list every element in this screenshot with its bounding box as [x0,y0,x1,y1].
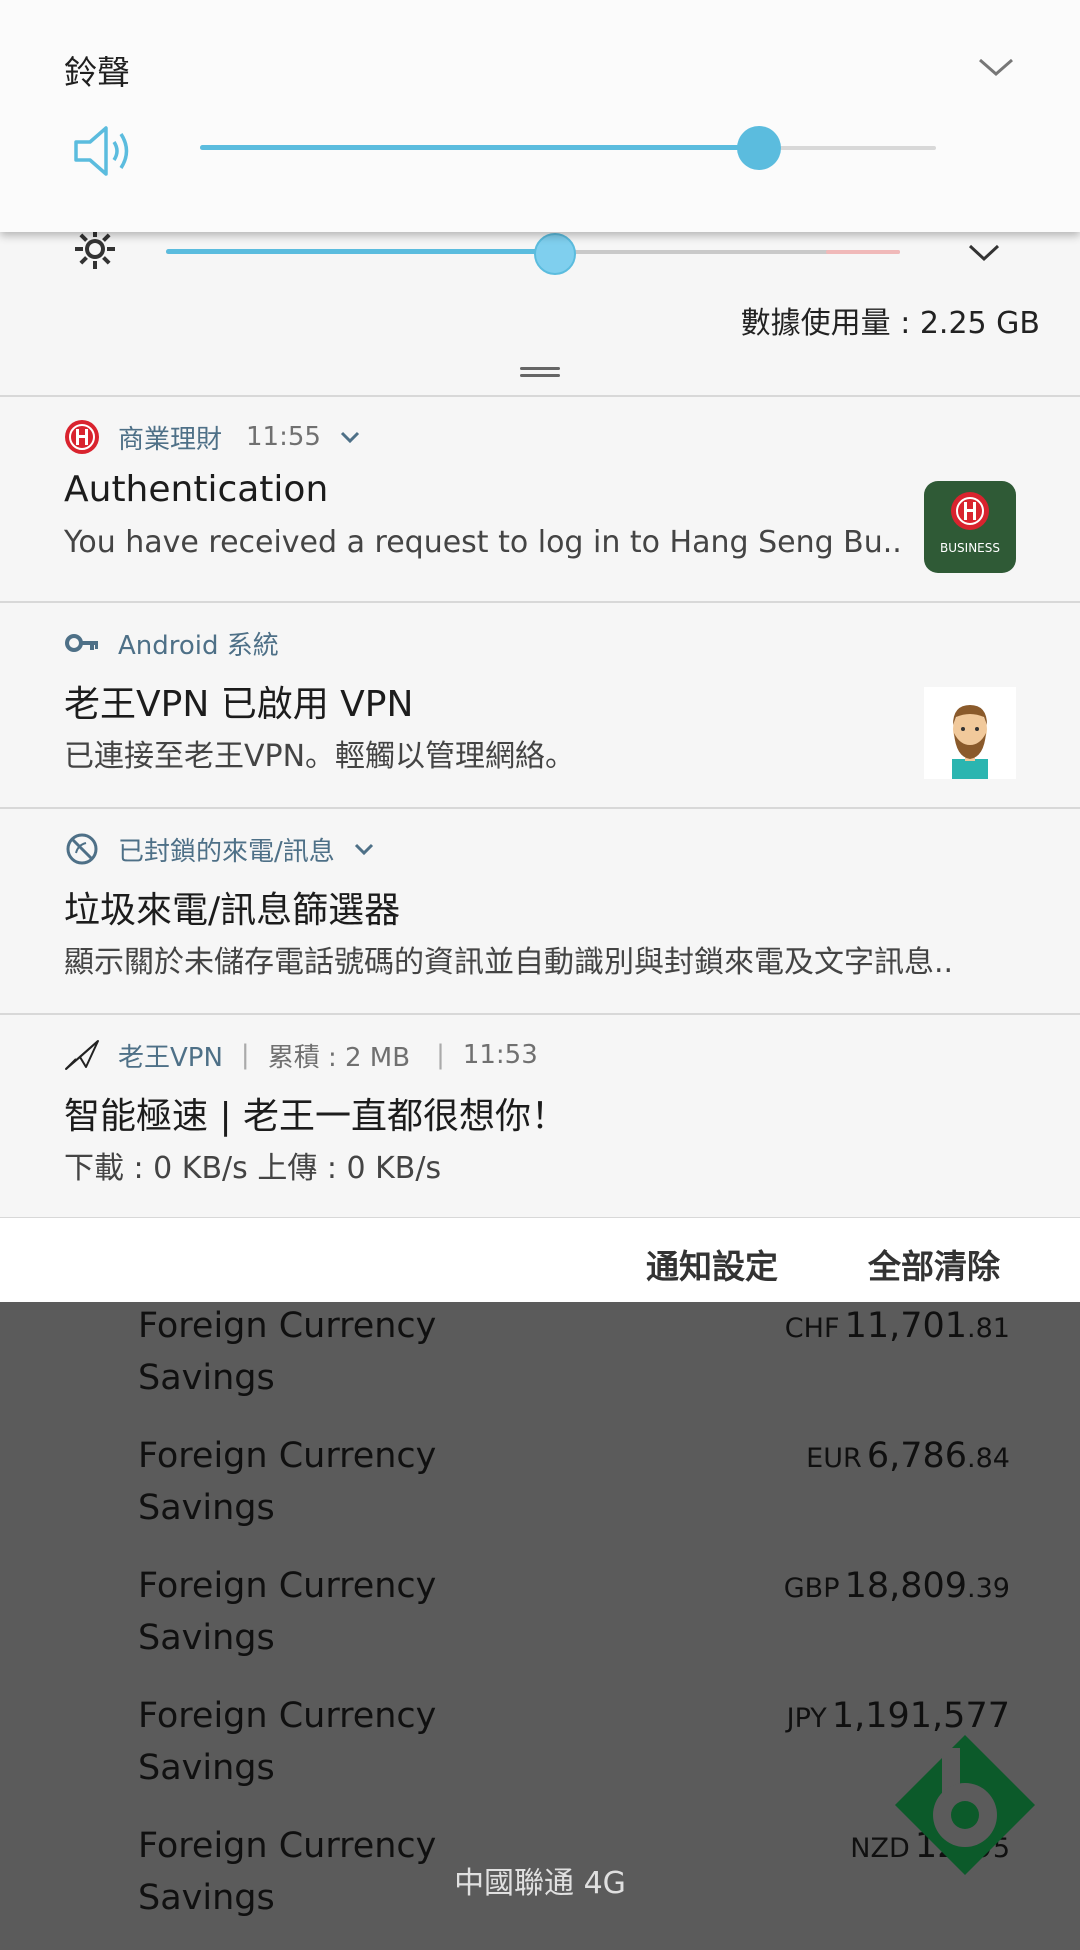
chevron-down-icon[interactable] [976,52,1016,82]
notification-app-name: Android 系統 [118,630,279,661]
volume-panel-title: 鈴聲 [64,53,130,92]
notification-shade: 鈴聲 數據使用量: 2.25 GB 商業理財 11:55 Authentica… [0,0,1080,1302]
brightness-icon [75,229,115,269]
separator: | [436,1040,445,1070]
slider-fill [200,145,760,150]
account-row[interactable]: Foreign Currency Savings GBP 18,809.39 [0,1560,1080,1690]
account-amount: EUR 6,786.84 [806,1436,1010,1476]
notification-card[interactable]: Android 系統 老王VPN 已啟用 VPN 已連接至老王VPN。輕觸以管理… [0,603,1080,807]
account-amount: CHF 11,701.81 [784,1306,1010,1346]
thumbnail-label: BUSINESS [940,541,1000,555]
slider-fill [166,249,556,254]
volume-panel: 鈴聲 [0,0,1080,232]
notification-app-name: 已封鎖的來電/訊息 [118,836,335,867]
account-label: Foreign Currency Savings [138,1306,437,1398]
carrier-label: 中國聯通 4G [454,1866,626,1901]
notification-meta: 累積 : 2 MB [267,1042,411,1073]
hang-seng-icon [65,420,99,454]
notification-card[interactable]: 老王VPN | 累積 : 2 MB | 11:53 智能極速 | 老王一直都很想… [0,1015,1080,1219]
business-app-thumbnail: BUSINESS [924,481,1016,573]
notification-app-name: 商業理財 [118,424,223,455]
slider-thumb[interactable] [534,233,577,275]
drag-handle[interactable] [520,367,560,370]
notification-body: 下載 : 0 KB/s 上傳 : 0 KB/s [64,1151,442,1186]
ringtone-volume-slider[interactable] [200,126,936,170]
paper-plane-icon [65,1040,99,1070]
data-usage-label: 數據使用量 : 2.25 GB [740,306,1040,341]
notification-time: 11:53 [462,1040,538,1070]
account-label: Foreign Currency Savings [138,1436,437,1528]
account-row[interactable]: Foreign Currency Savings CHF 11,701.81 [0,1300,1080,1430]
clear-all-button[interactable]: 全部清除 [868,1240,1000,1288]
separator: | [240,1040,250,1070]
account-label: Foreign Currency Savings [138,1566,437,1658]
bearded-man-avatar [924,687,1016,779]
notification-card[interactable]: 已封鎖的來電/訊息 垃圾來電/訊息篩選器 顯示關於未儲存電話號碼的資訊並自動識別… [0,809,1080,1013]
notification-app-name: 老王VPN [118,1042,223,1073]
chevron-down-icon[interactable] [339,429,361,445]
slider-thumb[interactable] [737,126,782,170]
account-label: Foreign Currency Savings [138,1696,437,1788]
notification-body: You have received a request to log in to… [64,525,902,560]
notification-title: Authentication [64,469,329,510]
block-icon [66,833,98,865]
notification-time: 11:55 [246,422,321,452]
notification-body: 已連接至老王VPN。輕觸以管理網絡。 [64,739,576,774]
notification-title: 智能極速 | 老王一直都很想你！ [64,1096,568,1137]
account-row[interactable]: Foreign Currency Savings EUR 6,786.84 [0,1430,1080,1560]
key-icon [65,634,98,652]
slider-warning-zone [826,250,900,254]
notification-body: 顯示關於未儲存電話號碼的資訊並自動識別與封鎖來電及文字訊息.. [64,945,954,980]
notification-title: 老王VPN 已啟用 VPN [64,684,414,725]
notification-title: 垃圾來電/訊息篩選器 [64,890,401,931]
chevron-down-icon[interactable] [353,841,375,857]
notification-card[interactable]: 商業理財 11:55 Authentication You have recei… [0,397,1080,601]
chevron-down-icon[interactable] [966,238,1002,266]
account-amount: GBP 18,809.39 [783,1566,1010,1606]
notification-settings-button[interactable]: 通知設定 [646,1240,778,1288]
speaker-icon[interactable] [72,120,138,182]
drag-handle[interactable] [520,374,560,377]
hang-seng-icon [951,492,989,530]
brightness-slider[interactable] [166,232,900,275]
notification-actions-bar: 通知設定 全部清除 [0,1218,1080,1302]
